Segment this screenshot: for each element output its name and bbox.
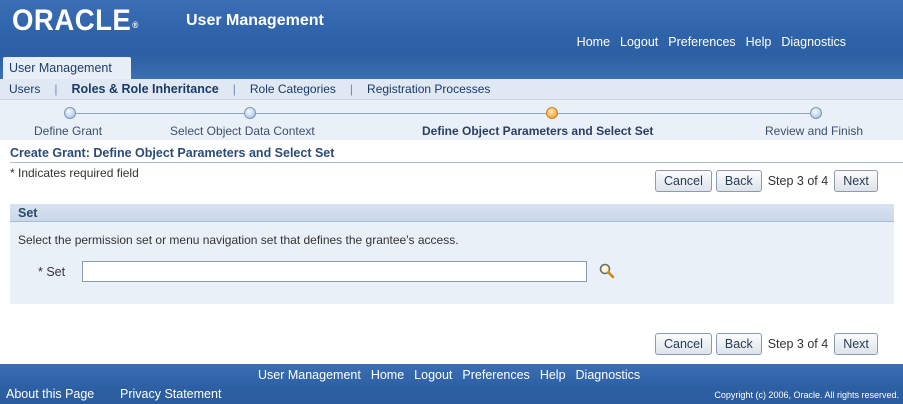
footer-link-home[interactable]: Home [371, 368, 404, 382]
header-bar: ORACLE® User Management Home Logout Pref… [0, 0, 903, 79]
cancel-button[interactable]: Cancel [655, 170, 712, 192]
global-links: Home Logout Preferences Help Diagnostics [567, 35, 846, 49]
back-button[interactable]: Back [715, 170, 762, 192]
subtab-separator: | [349, 82, 354, 96]
app-title: User Management [186, 12, 324, 29]
global-link-diagnostics[interactable]: Diagnostics [781, 35, 846, 49]
global-link-preferences[interactable]: Preferences [668, 35, 735, 49]
global-link-logout[interactable]: Logout [620, 35, 658, 49]
footer-link-diagnostics[interactable]: Diagnostics [576, 368, 641, 382]
set-label: * Set [38, 265, 66, 279]
cancel-button[interactable]: Cancel [655, 333, 712, 355]
footer-bar: User Management Home Logout Preferences … [0, 364, 903, 404]
footer-link-help[interactable]: Help [540, 368, 566, 382]
copyright-text: Copyright (c) 2006, Oracle. All rights r… [714, 390, 899, 400]
footer-link-user-management[interactable]: User Management [258, 368, 361, 382]
next-button[interactable]: Next [834, 333, 878, 355]
set-section-header: Set [10, 204, 894, 222]
footer-links: User Management Home Logout Preferences … [258, 368, 650, 382]
search-icon[interactable] [598, 262, 616, 280]
step-train: Define Grant Select Object Data Context … [0, 100, 903, 140]
privacy-statement-link[interactable]: Privacy Statement [120, 387, 221, 401]
train-line [70, 113, 816, 114]
subtab-role-categories[interactable]: Role Categories [250, 82, 336, 96]
global-link-help[interactable]: Help [746, 35, 772, 49]
step-dot-icon [810, 107, 822, 119]
set-instruction: Select the permission set or menu naviga… [18, 233, 459, 247]
step-label: Define Grant [34, 124, 103, 138]
subtab-users[interactable]: Users [9, 82, 40, 96]
subtab-separator: | [232, 82, 236, 96]
subtab-separator: | [54, 82, 58, 96]
step-indicator: Step 3 of 4 [767, 174, 829, 188]
subtab-registration-processes[interactable]: Registration Processes [367, 82, 490, 96]
next-button[interactable]: Next [834, 170, 878, 192]
about-page-link[interactable]: About this Page [6, 387, 94, 401]
back-button[interactable]: Back [715, 333, 762, 355]
subtab-bar: Users | Roles & Role Inheritance | Role … [0, 79, 903, 100]
top-button-row: Cancel Back Step 3 of 4 Next [655, 170, 878, 192]
title-divider [10, 162, 903, 163]
set-section: Set Select the permission set or menu na… [10, 204, 894, 304]
step-label-current: Define Object Parameters and Select Set [422, 124, 654, 138]
subtab-roles[interactable]: Roles & Role Inheritance [71, 82, 218, 96]
step-label: Select Object Data Context [170, 124, 315, 138]
step-label: Review and Finish [765, 124, 864, 138]
step-dot-icon [64, 107, 76, 119]
required-field-note: * Indicates required field [10, 166, 139, 180]
tab-user-management[interactable]: User Management [3, 57, 131, 79]
step-indicator: Step 3 of 4 [767, 337, 829, 351]
step-dot-icon [244, 107, 256, 119]
oracle-logo: ORACLE® [12, 4, 139, 37]
page-title: Create Grant: Define Object Parameters a… [10, 146, 335, 160]
footer-link-preferences[interactable]: Preferences [462, 368, 529, 382]
step-current-dot-icon [546, 107, 558, 119]
set-input[interactable] [82, 261, 587, 282]
footer-link-logout[interactable]: Logout [414, 368, 452, 382]
global-link-home[interactable]: Home [577, 35, 610, 49]
bottom-button-row: Cancel Back Step 3 of 4 Next [655, 333, 878, 355]
